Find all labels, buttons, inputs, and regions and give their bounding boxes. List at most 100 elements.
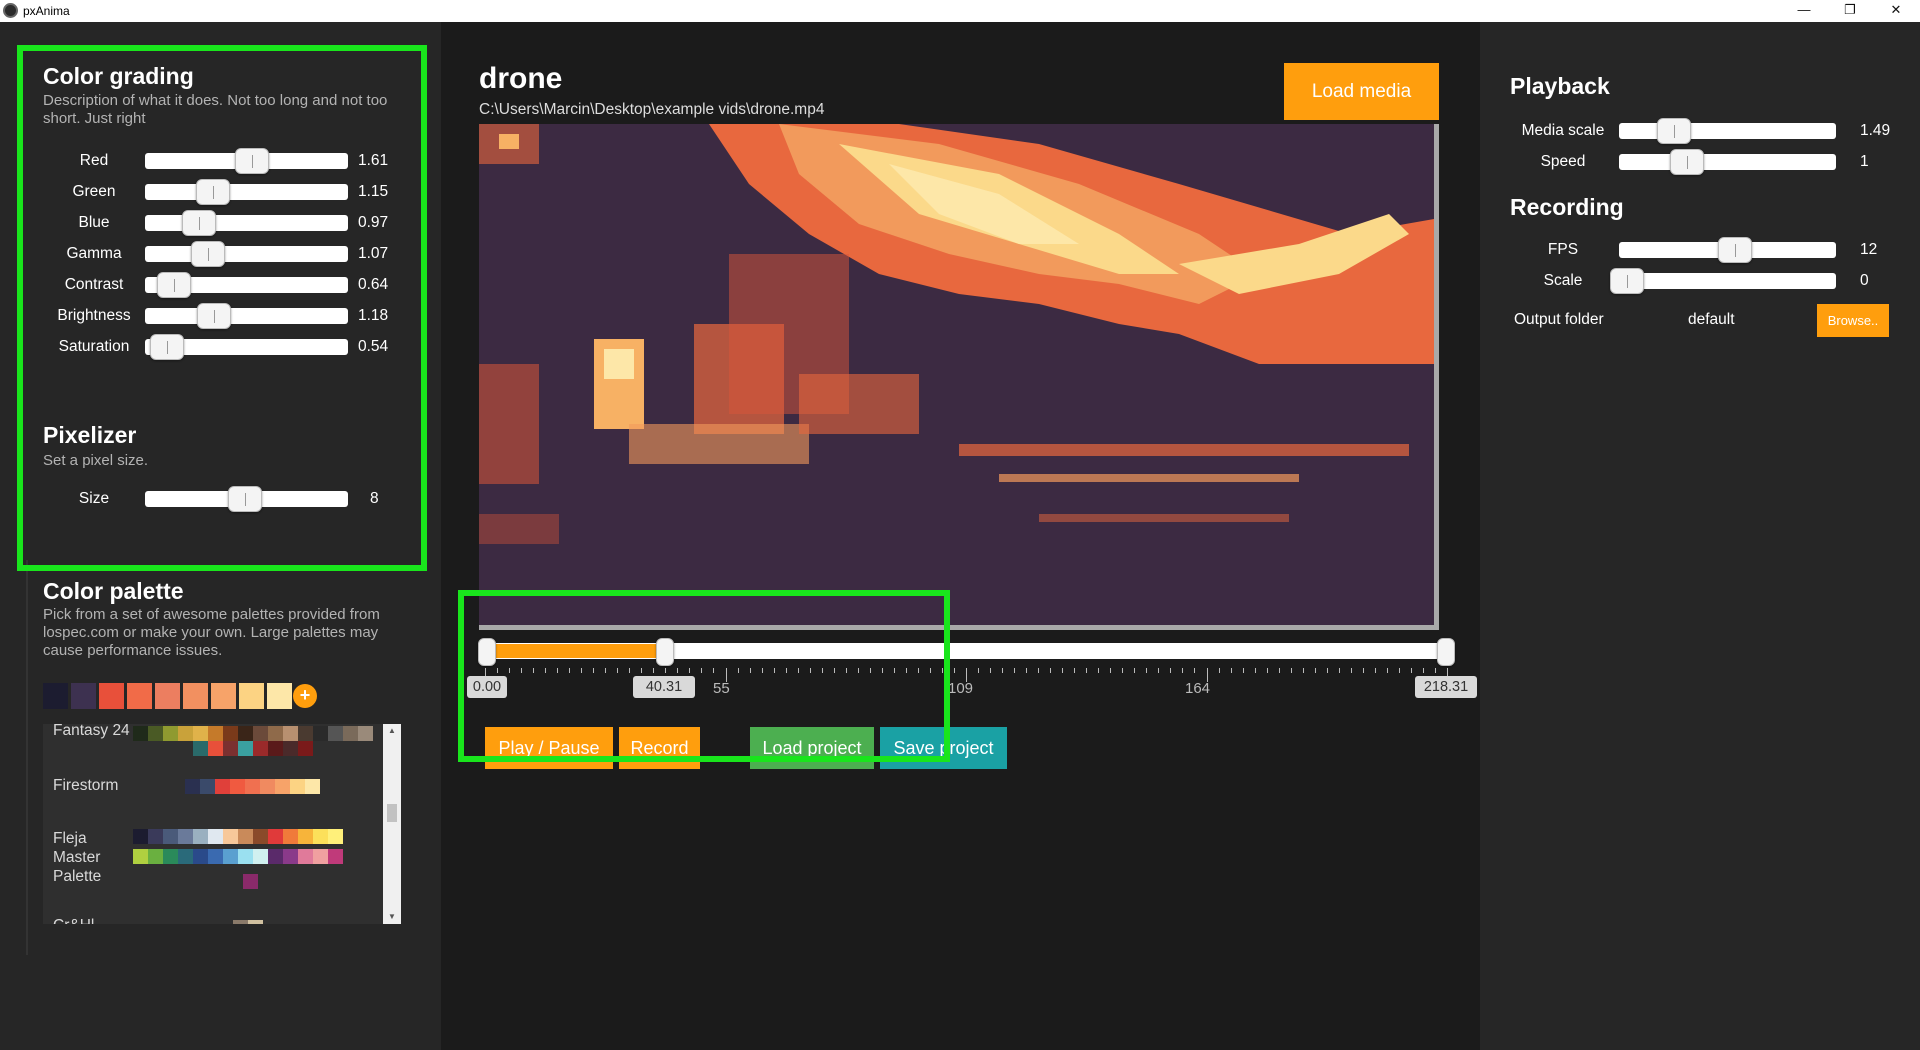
slider-handle-blue[interactable] (182, 210, 217, 236)
scroll-up-icon[interactable]: ▲ (383, 724, 401, 738)
slider-track-gamma[interactable] (145, 246, 348, 262)
size-slider-handle[interactable] (227, 486, 262, 512)
timeline-tick (1303, 668, 1304, 673)
slider-track-brightness[interactable] (145, 308, 348, 324)
palette-swatch (298, 741, 313, 756)
record-button[interactable]: Record (619, 727, 700, 769)
current-palette-swatch[interactable] (183, 683, 208, 709)
current-palette-swatch[interactable] (239, 683, 264, 709)
maximize-button[interactable]: ❐ (1827, 0, 1873, 22)
load-project-button[interactable]: Load project (750, 727, 874, 769)
load-media-button[interactable]: Load media (1284, 63, 1439, 120)
palette-swatch (253, 741, 268, 756)
slider-handle-red[interactable] (234, 148, 269, 174)
palette-name-cut-off[interactable]: Cr&Hl (53, 916, 94, 924)
timeline-tick (1146, 668, 1147, 673)
timeline-tick (930, 668, 931, 673)
color-palette-description: Pick from a set of awesome palettes prov… (43, 606, 380, 659)
current-palette-swatch[interactable] (211, 683, 236, 709)
fps-label: FPS (1547, 241, 1579, 258)
palette-swatch (233, 920, 248, 924)
scale-track[interactable] (1619, 273, 1836, 289)
scroll-thumb[interactable] (387, 804, 397, 822)
timeline-tick (990, 668, 991, 673)
timeline-tick (1363, 668, 1364, 673)
current-palette-swatch[interactable] (267, 683, 292, 709)
palette-swatch (178, 726, 193, 741)
palette-swatch (328, 829, 343, 844)
slider-label-blue: Blue (78, 214, 110, 231)
current-palette-swatch[interactable] (155, 683, 180, 709)
slider-handle-green[interactable] (195, 179, 230, 205)
timeline-start-handle[interactable] (478, 638, 496, 666)
slider-handle-contrast[interactable] (156, 272, 191, 298)
palette-name-fleja[interactable]: Fleja Master Palette (53, 829, 123, 886)
minimize-button[interactable]: — (1781, 0, 1827, 22)
media-scale-handle[interactable] (1657, 118, 1692, 144)
palette-swatch (298, 726, 313, 741)
scale-row: Scale 0 (1508, 268, 1898, 294)
slider-track-blue[interactable] (145, 215, 348, 231)
palette-name-firestorm[interactable]: Firestorm (53, 776, 118, 795)
media-scale-track[interactable] (1619, 123, 1836, 139)
palette-swatch (328, 849, 343, 864)
speed-value: 1 (1860, 153, 1869, 170)
fps-handle[interactable] (1717, 237, 1752, 263)
timeline-current-handle[interactable] (656, 638, 674, 666)
timeline-tick (1038, 668, 1039, 673)
pixelized-frame-image (479, 124, 1434, 625)
timeline-tick (641, 668, 642, 673)
timeline-tick (1243, 668, 1244, 673)
palette-swatch (290, 779, 305, 794)
timeline-tick (1194, 668, 1195, 673)
timeline-tick (858, 668, 859, 673)
timeline-tick (834, 668, 835, 673)
pixelizer-title: Pixelizer (43, 422, 137, 448)
palette-swatch (298, 849, 313, 864)
palette-swatch (163, 829, 178, 844)
speed-handle[interactable] (1670, 149, 1705, 175)
timeline-tick (1435, 668, 1436, 673)
timeline-tick (954, 668, 955, 673)
add-color-button[interactable]: + (293, 684, 317, 708)
palette-swatch (283, 829, 298, 844)
timeline-tick (1411, 668, 1412, 673)
current-palette-swatch[interactable] (43, 683, 68, 709)
save-project-button[interactable]: Save project (880, 727, 1007, 769)
slider-track-green[interactable] (145, 184, 348, 200)
timeline-tick (557, 668, 558, 673)
timeline-tick (882, 668, 883, 673)
timeline-tick (846, 668, 847, 673)
palette-swatch (193, 829, 208, 844)
scale-handle[interactable] (1610, 268, 1644, 294)
current-palette-swatch[interactable] (99, 683, 124, 709)
browse-button[interactable]: Browse.. (1817, 304, 1889, 337)
slider-value-contrast: 0.64 (358, 276, 389, 293)
palette-name-fantasy-24[interactable]: Fantasy 24 (53, 724, 130, 740)
timeline-tick (1423, 668, 1424, 673)
scroll-down-icon[interactable]: ▼ (383, 910, 401, 924)
speed-track[interactable] (1619, 154, 1836, 170)
slider-handle-brightness[interactable] (197, 303, 232, 329)
media-scale-row: Media scale 1.49 (1508, 118, 1898, 144)
timeline-tick (774, 668, 775, 673)
output-folder-label: Output folder (1514, 311, 1604, 328)
palette-swatch (238, 741, 253, 756)
palette-swatch (328, 726, 343, 741)
timeline-tick (677, 668, 678, 673)
current-palette-swatch[interactable] (127, 683, 152, 709)
current-palette-swatch[interactable] (71, 683, 96, 709)
slider-handle-gamma[interactable] (190, 241, 225, 267)
slider-handle-saturation[interactable] (150, 334, 185, 360)
close-button[interactable]: ✕ (1873, 0, 1919, 22)
color-palette-title: Color palette (43, 578, 184, 604)
palette-swatch (238, 726, 253, 741)
timeline-tick (545, 668, 546, 673)
play-pause-button[interactable]: Play / Pause (485, 727, 613, 769)
timeline-end-handle[interactable] (1437, 638, 1455, 666)
palette-swatch (133, 849, 148, 864)
palette-swatch (208, 726, 223, 741)
slider-row-brightness: Brightness 1.18 (34, 303, 414, 329)
palette-scrollbar[interactable]: ▲ ▼ (383, 724, 401, 924)
color-grading-title: Color grading (43, 63, 194, 89)
